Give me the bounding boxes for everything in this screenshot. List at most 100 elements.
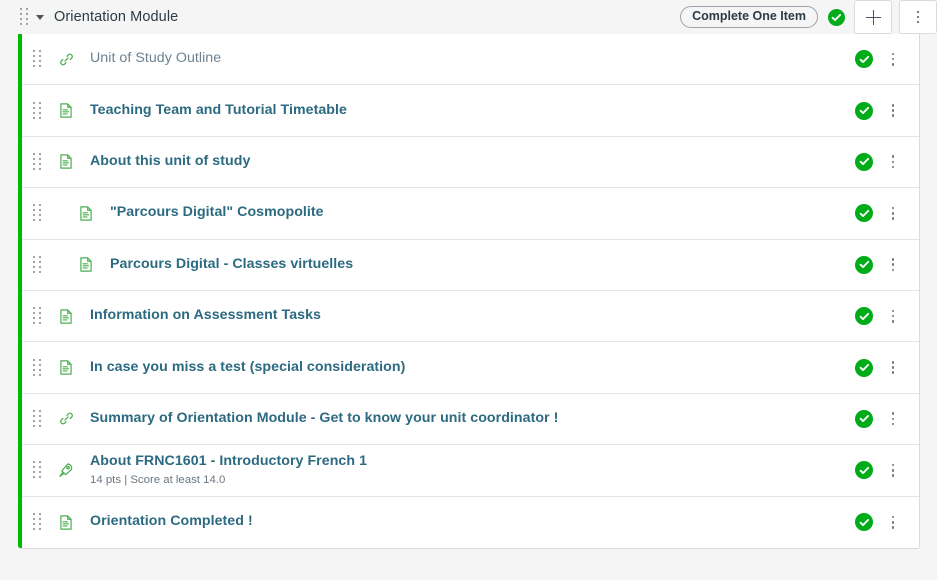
page-icon [57, 359, 75, 377]
item-published-check-circle-icon[interactable] [855, 50, 873, 69]
module-item-text: Orientation Completed ! [90, 513, 855, 531]
kebab-menu-icon [891, 309, 895, 323]
item-menu-button[interactable] [879, 147, 907, 177]
item-published-check-circle-icon[interactable] [855, 513, 873, 532]
module-item-actions [855, 250, 919, 280]
module-menu-button[interactable] [899, 0, 937, 34]
module-item-text: Parcours Digital - Classes virtuelles [110, 256, 855, 274]
caret-down-icon[interactable] [32, 9, 48, 25]
item-published-check-circle-icon[interactable] [855, 204, 873, 223]
item-drag-handle-icon[interactable] [31, 101, 43, 120]
item-published-check-circle-icon[interactable] [855, 307, 873, 326]
module-item-text: About FRNC1601 - Introductory French 1 14… [90, 453, 855, 487]
module-item-row[interactable]: Information on Assessment Tasks [18, 290, 919, 343]
module-item-row[interactable]: About this unit of study [18, 136, 919, 189]
module-item-actions [855, 455, 919, 485]
module-item-text: Information on Assessment Tasks [90, 307, 855, 325]
item-published-check-circle-icon[interactable] [855, 409, 873, 428]
item-menu-button[interactable] [879, 353, 907, 383]
module-item-title-link[interactable]: "Parcours Digital" Cosmopolite [110, 204, 855, 222]
module-item-row[interactable]: About FRNC1601 - Introductory French 1 14… [18, 445, 919, 497]
item-published-check-circle-icon[interactable] [855, 461, 873, 480]
item-published-check-circle-icon[interactable] [855, 255, 873, 274]
item-menu-button[interactable] [879, 250, 907, 280]
item-drag-handle-icon[interactable] [31, 461, 43, 479]
module-item-text: About this unit of study [90, 153, 855, 171]
kebab-menu-icon [891, 361, 895, 375]
module-item-row[interactable]: "Parcours Digital" Cosmopolite [18, 188, 919, 240]
module-item-list: Unit of Study Outline Teaching Team and T… [18, 34, 920, 549]
item-menu-button[interactable] [879, 455, 907, 485]
module-item-text: "Parcours Digital" Cosmopolite [110, 204, 855, 222]
kebab-menu-icon [891, 463, 895, 477]
kebab-menu-icon [891, 515, 895, 529]
item-published-check-circle-icon[interactable] [855, 152, 873, 171]
module-item-actions [855, 44, 919, 74]
item-drag-handle-icon[interactable] [31, 152, 43, 171]
module-item-title-link[interactable]: Parcours Digital - Classes virtuelles [110, 256, 855, 274]
item-menu-button[interactable] [879, 301, 907, 331]
module-item-title-link[interactable]: In case you miss a test (special conside… [90, 359, 855, 377]
module-item-text: Unit of Study Outline [90, 50, 855, 68]
module-item-actions [855, 147, 919, 177]
module-item-actions [855, 301, 919, 331]
module-item-row[interactable]: Summary of Orientation Module - Get to k… [18, 393, 919, 446]
item-published-check-circle-icon[interactable] [855, 101, 873, 120]
module-item-title-link[interactable]: Summary of Orientation Module - Get to k… [90, 410, 855, 428]
module-item-text: In case you miss a test (special conside… [90, 359, 855, 377]
requirement-pill[interactable]: Complete One Item [680, 5, 818, 29]
module-item-title-link[interactable]: About FRNC1601 - Introductory French 1 [90, 453, 855, 471]
kebab-menu-icon [891, 104, 895, 118]
item-drag-handle-icon[interactable] [31, 409, 43, 428]
module-item-title-link[interactable]: Unit of Study Outline [90, 50, 855, 68]
module-item-row[interactable]: Unit of Study Outline [18, 34, 919, 86]
kebab-menu-icon [891, 155, 895, 169]
kebab-menu-icon [916, 10, 920, 24]
item-drag-handle-icon[interactable] [31, 204, 43, 222]
module-header-actions: Complete One Item [680, 0, 937, 34]
module-title: Orientation Module [54, 9, 179, 25]
module-item-text: Teaching Team and Tutorial Timetable [90, 102, 855, 120]
module-item-row[interactable]: In case you miss a test (special conside… [18, 342, 919, 394]
item-published-check-circle-icon[interactable] [855, 358, 873, 377]
kebab-menu-icon [891, 412, 895, 426]
module-item-actions [855, 353, 919, 383]
item-drag-handle-icon[interactable] [31, 255, 43, 274]
plus-icon [865, 9, 881, 25]
module-item-subtitle: 14 pts | Score at least 14.0 [90, 473, 226, 486]
module-item-actions [855, 96, 919, 126]
item-menu-button[interactable] [879, 44, 907, 74]
published-status-rail [18, 34, 22, 548]
page-icon [77, 204, 95, 222]
item-drag-handle-icon[interactable] [31, 50, 43, 68]
module-item-row[interactable]: Teaching Team and Tutorial Timetable [18, 85, 919, 137]
kebab-menu-icon [891, 52, 895, 66]
kebab-menu-icon [891, 206, 895, 220]
page-icon [57, 153, 75, 171]
module-item-actions [855, 404, 919, 434]
item-menu-button[interactable] [879, 507, 907, 537]
item-menu-button[interactable] [879, 96, 907, 126]
page-icon [57, 307, 75, 325]
add-item-button[interactable] [854, 0, 892, 34]
item-menu-button[interactable] [879, 198, 907, 228]
module-drag-handle-icon[interactable] [18, 8, 30, 26]
item-drag-handle-icon[interactable] [31, 513, 43, 531]
module-item-row[interactable]: Parcours Digital - Classes virtuelles [18, 239, 919, 291]
item-menu-button[interactable] [879, 404, 907, 434]
module-item-title-link[interactable]: Orientation Completed ! [90, 513, 855, 531]
module-item-actions [855, 507, 919, 537]
module-item-title-link[interactable]: Teaching Team and Tutorial Timetable [90, 102, 855, 120]
module-item-actions [855, 198, 919, 228]
module-item-row[interactable]: Orientation Completed ! [18, 496, 919, 548]
page-icon [77, 256, 95, 274]
module-published-check-circle-icon[interactable] [828, 8, 845, 26]
item-drag-handle-icon[interactable] [31, 307, 43, 325]
item-drag-handle-icon[interactable] [31, 358, 43, 377]
module-item-title-link[interactable]: About this unit of study [90, 153, 855, 171]
module-item-text: Summary of Orientation Module - Get to k… [90, 410, 855, 428]
link-icon [57, 410, 75, 428]
page-icon [57, 102, 75, 120]
module-header: Orientation Module Complete One Item [0, 0, 937, 34]
module-item-title-link[interactable]: Information on Assessment Tasks [90, 307, 855, 325]
